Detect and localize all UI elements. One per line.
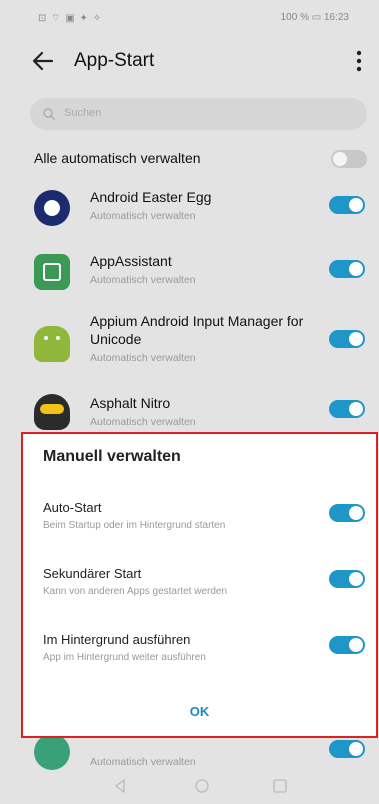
app-name: Asphalt Nitro	[90, 395, 171, 411]
app-name: Appium Android Input Manager for Unicode	[90, 313, 304, 347]
status-battery-time: 100 % ▭ 16:23	[280, 12, 349, 23]
manual-manage-dialog: Manuell verwalten Auto-Start Beim Startu…	[21, 432, 378, 738]
app-bar: App-Start	[0, 34, 379, 90]
option-run-in-background[interactable]: Im Hintergrund ausführen App im Hintergr…	[23, 632, 376, 682]
app-assistant-icon	[34, 254, 70, 290]
app-toggle[interactable]	[329, 400, 365, 418]
search-input[interactable]: Suchen	[30, 98, 367, 130]
manage-all-label: Alle automatisch verwalten	[34, 150, 201, 166]
app-name: Android Easter Egg	[90, 189, 212, 205]
manage-all-toggle[interactable]	[331, 150, 367, 168]
appium-icon	[34, 326, 70, 362]
list-item[interactable]: AppAssistant Automatisch verwalten	[0, 252, 379, 304]
dialog-title: Manuell verwalten	[43, 448, 181, 465]
list-item[interactable]: Asphalt Nitro Automatisch verwalten	[0, 394, 379, 430]
app-subtitle: Automatisch verwalten	[90, 756, 196, 768]
asphalt-nitro-icon	[34, 394, 70, 430]
nav-home-icon[interactable]	[194, 778, 210, 794]
search-icon	[43, 108, 55, 120]
android-easter-egg-icon	[34, 190, 70, 226]
search-placeholder: Suchen	[64, 107, 102, 119]
option-description: App im Hintergrund weiter ausführen	[43, 652, 206, 663]
secondary-start-toggle[interactable]	[329, 570, 365, 588]
option-auto-start[interactable]: Auto-Start Beim Startup oder im Hintergr…	[23, 500, 376, 550]
option-description: Kann von anderen Apps gestartet werden	[43, 586, 228, 597]
app-toggle[interactable]	[329, 740, 365, 758]
list-item[interactable]: Android Easter Egg Automatisch verwalten	[0, 188, 379, 240]
page-title: App-Start	[74, 50, 155, 71]
list-item[interactable]: Appium Android Input Manager for Unicode…	[0, 312, 379, 378]
android-app-icon	[34, 734, 70, 770]
nav-back-icon[interactable]	[112, 778, 128, 794]
app-toggle[interactable]	[329, 196, 365, 214]
app-toggle[interactable]	[329, 260, 365, 278]
more-options-icon[interactable]	[351, 48, 367, 74]
app-toggle[interactable]	[329, 330, 365, 348]
nav-recents-icon[interactable]	[272, 778, 288, 794]
app-subtitle: Automatisch verwalten	[90, 210, 196, 222]
navigation-bar	[0, 770, 379, 804]
app-subtitle: Automatisch verwalten	[90, 352, 196, 364]
option-secondary-start[interactable]: Sekundärer Start Kann von anderen Apps g…	[23, 566, 376, 616]
manage-all-row: Alle automatisch verwalten	[34, 150, 367, 172]
back-arrow-icon[interactable]	[30, 48, 56, 74]
status-bar: ⊡ ⌔ ▣ ✦ ✧ 100 % ▭ 16:23	[0, 0, 379, 34]
app-subtitle: Automatisch verwalten	[90, 274, 196, 286]
auto-start-toggle[interactable]	[329, 504, 365, 522]
app-subtitle: Automatisch verwalten	[90, 416, 196, 428]
app-name: AppAssistant	[90, 253, 172, 269]
option-name: Im Hintergrund ausführen	[43, 632, 191, 647]
run-in-background-toggle[interactable]	[329, 636, 365, 654]
option-description: Beim Startup oder im Hintergrund starten	[43, 520, 226, 531]
status-icons: ⊡ ⌔ ▣ ✦ ✧	[38, 13, 103, 24]
ok-button[interactable]: OK	[23, 704, 376, 719]
option-name: Auto-Start	[43, 500, 102, 515]
list-item[interactable]: Automatisch verwalten	[0, 734, 379, 770]
option-name: Sekundärer Start	[43, 566, 142, 581]
